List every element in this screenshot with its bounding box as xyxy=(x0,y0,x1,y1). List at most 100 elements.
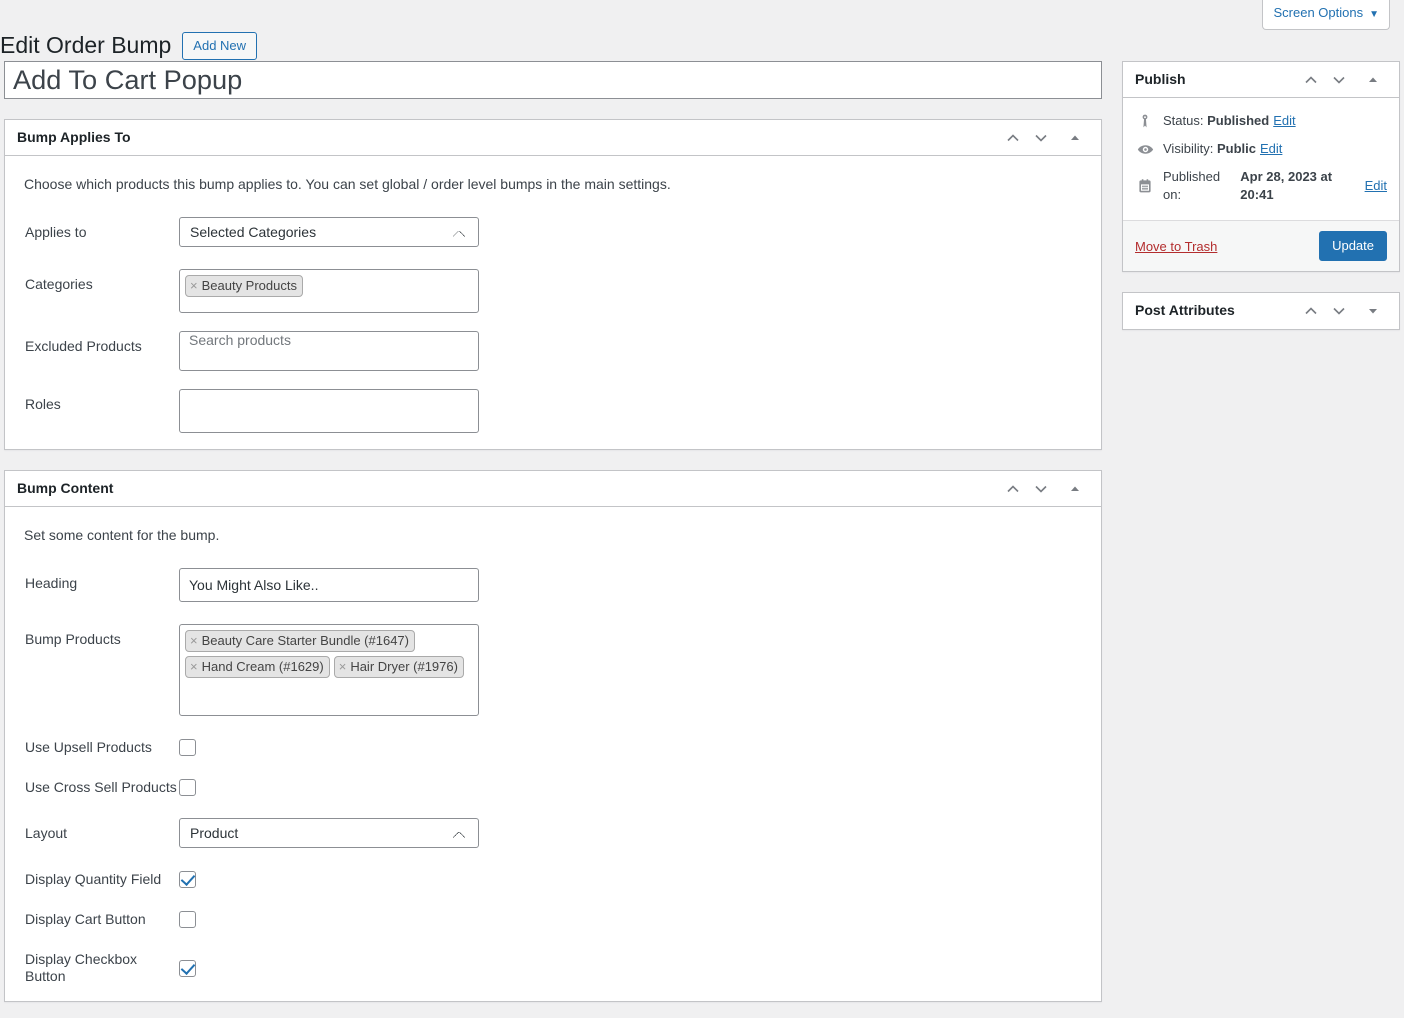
publish-panel: Publish Status: Published Edit Visibilit… xyxy=(1122,61,1400,272)
token-remove-icon[interactable]: × xyxy=(190,277,198,294)
chevron-up-icon[interactable] xyxy=(1297,63,1325,97)
status-edit-link[interactable]: Edit xyxy=(1273,112,1295,130)
triangle-down-icon[interactable] xyxy=(1359,294,1387,328)
excluded-products-placeholder: Search products xyxy=(189,332,291,348)
sidebar-column: Publish Status: Published Edit Visibilit… xyxy=(1122,61,1400,350)
field-row-display-cart-button: Display Cart Button xyxy=(21,911,1085,928)
display-cart-button-label: Display Cart Button xyxy=(25,911,146,927)
token-chip[interactable]: × Beauty Products xyxy=(185,275,303,297)
applies-to-select[interactable]: All ProductsSelected ProductsSelected Ca… xyxy=(179,217,479,247)
display-quantity-field-label: Display Quantity Field xyxy=(25,871,162,887)
panel-description: Choose which products this bump applies … xyxy=(24,176,671,192)
panel-body-bump-applies-to: Choose which products this bump applies … xyxy=(5,156,1101,449)
triangle-up-icon[interactable] xyxy=(1061,472,1089,506)
heading-input[interactable] xyxy=(179,568,479,602)
publish-panel-body: Status: Published Edit Visibility: Publi… xyxy=(1123,98,1399,210)
publish-box: Publish Status: Published Edit Visibilit… xyxy=(1122,61,1400,272)
bump-products-label: Bump Products xyxy=(25,631,121,647)
chevron-down-icon[interactable] xyxy=(1027,121,1055,155)
visibility-label: Visibility: xyxy=(1163,141,1214,156)
categories-label: Categories xyxy=(25,276,93,292)
visibility-eye-icon xyxy=(1135,141,1155,158)
field-row-display-checkbox-button: Display Checkbox Button xyxy=(21,951,1085,985)
status-value: Published xyxy=(1207,113,1270,128)
screen-options-button[interactable]: Screen Options ▼ xyxy=(1262,0,1390,30)
chevron-down-icon[interactable] xyxy=(1325,294,1353,328)
chevron-down-icon[interactable] xyxy=(1325,63,1353,97)
token-chip[interactable]: × Hair Dryer (#1976) xyxy=(333,656,464,678)
post-status-pin-icon xyxy=(1135,113,1155,129)
token-remove-icon[interactable]: × xyxy=(190,658,198,675)
roles-token-input[interactable] xyxy=(179,389,479,433)
main-column: /*placeholder set below*/ Bump Applies T… xyxy=(4,61,1102,1002)
use-cross-sell-products-label: Use Cross Sell Products xyxy=(25,779,177,795)
use-upsell-products-checkbox[interactable] xyxy=(179,739,196,756)
field-row-layout: Layout ProductListGrid xyxy=(21,818,1085,848)
field-row-excluded-products: Excluded Products Search products xyxy=(21,331,1085,371)
token-remove-icon[interactable]: × xyxy=(190,632,198,649)
panel-title: Bump Applies To xyxy=(17,128,131,145)
update-button[interactable]: Update xyxy=(1319,231,1387,261)
published-on-label: Published on: xyxy=(1163,169,1221,202)
applies-to-label: Applies to xyxy=(25,224,87,240)
triangle-up-icon[interactable] xyxy=(1061,121,1089,155)
visibility-value: Public xyxy=(1216,141,1256,156)
status-row: Status: Published Edit xyxy=(1135,108,1387,136)
panel-bump-applies-to: Bump Applies To Choose which products th… xyxy=(4,119,1102,450)
post-title-input[interactable] xyxy=(4,61,1102,99)
published-on-edit-link[interactable]: Edit xyxy=(1365,177,1387,195)
publish-panel-title: Publish xyxy=(1135,70,1186,87)
add-new-button[interactable]: Add New xyxy=(182,31,258,60)
panel-handle-actions xyxy=(999,472,1089,506)
panel-handle-actions xyxy=(999,121,1089,155)
field-row-heading: Heading xyxy=(21,568,1085,602)
status-label: Status: xyxy=(1163,113,1204,128)
field-row-categories: Categories × Beauty Products xyxy=(21,269,1085,313)
panel-bump-content: Bump Content Set some content for the bu… xyxy=(4,470,1102,1002)
excluded-products-label: Excluded Products xyxy=(25,338,142,354)
calendar-icon xyxy=(1135,178,1155,194)
chevron-up-icon[interactable] xyxy=(999,121,1027,155)
heading-label: Heading xyxy=(25,575,78,591)
move-to-trash-link[interactable]: Move to Trash xyxy=(1135,239,1217,254)
panel-description: Set some content for the bump. xyxy=(24,527,220,543)
layout-select[interactable]: ProductListGrid xyxy=(179,818,479,848)
layout-label: Layout xyxy=(25,825,68,841)
token-label: Hand Cream (#1629) xyxy=(201,659,324,674)
visibility-edit-link[interactable]: Edit xyxy=(1260,140,1282,158)
triangle-up-icon[interactable] xyxy=(1359,63,1387,97)
chevron-down-icon[interactable] xyxy=(1027,472,1055,506)
use-upsell-products-label: Use Upsell Products xyxy=(25,739,152,755)
panel-header-bump-applies-to: Bump Applies To xyxy=(5,120,1101,156)
panel-header-bump-content: Bump Content xyxy=(5,471,1101,507)
display-checkbox-button-checkbox[interactable] xyxy=(179,959,196,977)
page-title: Edit Order Bump xyxy=(0,32,172,59)
post-attributes-box: Post Attributes xyxy=(1122,292,1400,330)
token-chip[interactable]: × Hand Cream (#1629) xyxy=(185,656,330,678)
visibility-row: Visibility: Public Edit xyxy=(1135,136,1387,164)
field-row-applies-to: Applies to All ProductsSelected Products… xyxy=(21,217,1085,247)
roles-label: Roles xyxy=(25,396,61,412)
panel-handle-actions xyxy=(1297,63,1387,97)
chevron-up-icon[interactable] xyxy=(1297,294,1325,328)
use-cross-sell-products-checkbox[interactable] xyxy=(179,779,196,796)
categories-token-input[interactable]: × Beauty Products xyxy=(179,269,479,313)
chevron-up-icon[interactable] xyxy=(999,472,1027,506)
field-row-use-cross-sell-products: Use Cross Sell Products xyxy=(21,779,1085,796)
publish-actions: Move to Trash Update xyxy=(1123,220,1399,271)
display-cart-button-checkbox[interactable] xyxy=(179,911,196,928)
display-quantity-field-checkbox[interactable] xyxy=(179,871,196,888)
token-remove-icon[interactable]: × xyxy=(339,658,347,675)
field-row-use-upsell-products: Use Upsell Products xyxy=(21,739,1085,756)
post-attributes-panel-title: Post Attributes xyxy=(1135,302,1235,319)
bump-products-token-input[interactable]: × Beauty Care Starter Bundle (#1647) × Hand… xyxy=(179,624,479,716)
chevron-down-icon: ▼ xyxy=(1369,9,1379,20)
published-on-value: Apr 28, 2023 at 20:41 xyxy=(1240,169,1333,202)
post-attributes-panel-header: Post Attributes xyxy=(1123,293,1399,329)
display-checkbox-button-label: Display Checkbox Button xyxy=(25,951,138,984)
panel-title: Bump Content xyxy=(17,479,114,496)
excluded-products-token-input[interactable]: Search products xyxy=(179,331,479,371)
post-attributes-panel: Post Attributes xyxy=(1122,292,1400,330)
field-row-roles: Roles xyxy=(21,389,1085,433)
token-chip[interactable]: × Beauty Care Starter Bundle (#1647) xyxy=(185,630,415,652)
